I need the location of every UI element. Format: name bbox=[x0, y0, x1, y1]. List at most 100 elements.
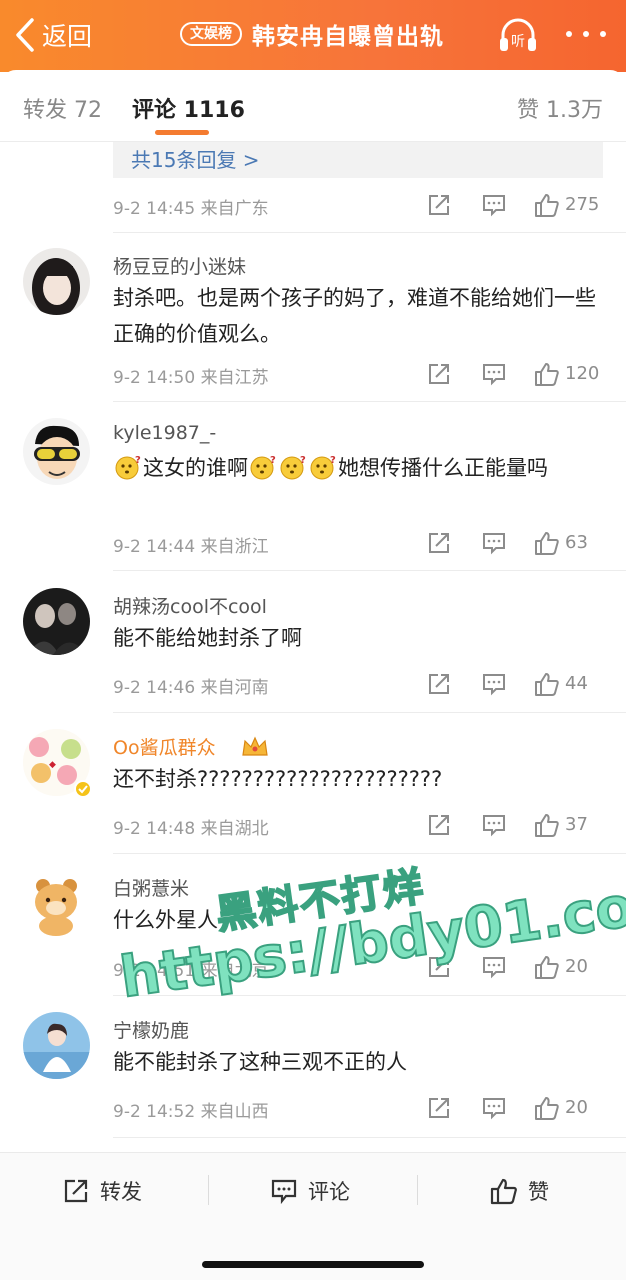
reply-button[interactable] bbox=[481, 192, 507, 218]
comment-text: 封杀吧。也是两个孩子的妈了，难道不能给她们一些正确的价值观么。 bbox=[113, 286, 596, 346]
share-button[interactable] bbox=[426, 192, 452, 218]
top-navigation-bar: 返回 文娱榜 韩安冉自曝曾出轨 听 bbox=[0, 0, 626, 72]
svg-text:?: ? bbox=[330, 455, 336, 466]
comment-icon bbox=[483, 533, 505, 555]
back-label: 返回 bbox=[42, 22, 93, 51]
comment-meta: 9-2 14:46 来自河南 bbox=[113, 678, 269, 698]
reply-button[interactable] bbox=[481, 530, 507, 556]
like-count: 20 bbox=[565, 1097, 588, 1118]
like-button[interactable] bbox=[534, 192, 560, 218]
home-indicator bbox=[202, 1261, 424, 1268]
headphones-icon: 听 bbox=[500, 18, 536, 51]
thumbs-up-icon bbox=[535, 532, 559, 555]
hot-topic-title[interactable]: 文娱榜 韩安冉自曝曾出轨 bbox=[180, 18, 444, 50]
share-button[interactable] bbox=[426, 1095, 452, 1121]
comment-meta-row: 9-2 14:52 来自山西 20 bbox=[113, 1095, 608, 1125]
comment-icon bbox=[483, 364, 505, 386]
like-button[interactable] bbox=[534, 671, 560, 697]
reply-button[interactable] bbox=[481, 1095, 507, 1121]
reply-button[interactable] bbox=[481, 361, 507, 387]
comment-meta-row: 9-2 14:45 来自广东 275 bbox=[113, 192, 608, 222]
comment-icon bbox=[483, 1098, 505, 1120]
avatar[interactable] bbox=[23, 588, 90, 655]
divider bbox=[113, 1137, 626, 1138]
share-icon bbox=[429, 815, 449, 835]
like-button[interactable]: 赞 bbox=[490, 1173, 549, 1209]
thumbs-up-icon bbox=[535, 194, 559, 217]
detail-tabs: 转发 72 评论 1116 赞 1.3万 bbox=[0, 70, 626, 142]
username[interactable]: 杨豆豆的小迷妹 bbox=[113, 252, 246, 279]
replies-summary-box: 共15条回复 > bbox=[113, 142, 603, 178]
like-count: 120 bbox=[565, 363, 600, 384]
tab-repost[interactable]: 转发 72 bbox=[23, 92, 102, 124]
comment-meta: 9-2 14:48 来自湖北 bbox=[113, 819, 269, 839]
avatar-image bbox=[23, 588, 90, 655]
comment-icon bbox=[483, 674, 505, 696]
username[interactable]: kyle1987_- bbox=[113, 422, 216, 444]
thinking-emoji-icon: ? bbox=[280, 454, 306, 480]
username[interactable]: 宁檬奶鹿 bbox=[113, 1016, 189, 1043]
chevron-left-icon bbox=[16, 18, 34, 52]
avatar-image bbox=[23, 1012, 90, 1079]
comment-meta-row: 9-2 14:44 来自浙江 63 bbox=[113, 530, 608, 560]
like-button[interactable] bbox=[534, 954, 560, 980]
reply-button[interactable] bbox=[481, 671, 507, 697]
like-button[interactable] bbox=[534, 1095, 560, 1121]
share-button[interactable] bbox=[426, 361, 452, 387]
divider bbox=[417, 1175, 418, 1205]
comment-text-part: 这女的谁啊 bbox=[143, 456, 248, 480]
comment-icon bbox=[483, 195, 505, 217]
topic-title: 韩安冉自曝曾出轨 bbox=[252, 24, 444, 50]
avatar[interactable] bbox=[23, 1012, 90, 1079]
comment-text: 还不封杀?????????????????????? bbox=[113, 767, 443, 791]
svg-text:?: ? bbox=[135, 455, 141, 466]
dot-icon bbox=[566, 31, 572, 37]
avatar[interactable] bbox=[23, 418, 90, 485]
avatar[interactable] bbox=[23, 870, 90, 937]
username[interactable]: 白粥薏米 bbox=[113, 874, 189, 901]
divider bbox=[113, 853, 626, 854]
share-icon bbox=[429, 364, 449, 384]
comment-meta-row: 9-2 14:50 来自江苏 120 bbox=[113, 361, 608, 391]
bottom-action-bar: 转发 评论 赞 bbox=[0, 1152, 626, 1280]
share-icon bbox=[429, 195, 449, 215]
avatar[interactable] bbox=[23, 248, 90, 315]
more-options-button[interactable] bbox=[566, 22, 606, 46]
like-button[interactable] bbox=[534, 361, 560, 387]
comment-icon bbox=[483, 815, 505, 837]
comment-meta-row: 9-2 14:48 来自湖北 37 bbox=[113, 812, 608, 842]
like-count: 20 bbox=[565, 956, 588, 977]
comment-text: ? 这女的谁啊??? 她想传播什么正能量吗 bbox=[113, 450, 608, 486]
share-button[interactable] bbox=[426, 671, 452, 697]
listen-button[interactable]: 听 bbox=[498, 16, 538, 54]
thinking-emoji-icon: ? bbox=[250, 454, 276, 480]
tab-comments[interactable]: 评论 1116 bbox=[132, 92, 245, 124]
username[interactable]: Oo酱瓜群众 bbox=[113, 733, 216, 760]
crown-badge-icon bbox=[240, 735, 270, 759]
like-button[interactable] bbox=[534, 812, 560, 838]
like-label: 赞 bbox=[528, 1180, 549, 1204]
comment-meta-row: 9-2 14:46 来自河南 44 bbox=[113, 671, 608, 701]
repost-button[interactable]: 转发 bbox=[62, 1173, 142, 1209]
username[interactable]: 胡辣汤cool不cool bbox=[113, 592, 267, 619]
tab-likes[interactable]: 赞 1.3万 bbox=[517, 92, 603, 124]
divider bbox=[113, 232, 626, 233]
svg-text:?: ? bbox=[300, 455, 306, 466]
like-count: 37 bbox=[565, 814, 588, 835]
share-button[interactable] bbox=[426, 530, 452, 556]
avatar[interactable]: ◆ bbox=[23, 729, 92, 798]
avatar-image bbox=[23, 248, 90, 315]
like-button[interactable] bbox=[534, 530, 560, 556]
back-button[interactable]: 返回 bbox=[14, 14, 92, 56]
share-button[interactable] bbox=[426, 812, 452, 838]
active-tab-indicator bbox=[155, 130, 209, 135]
view-replies-link[interactable]: 共15条回复 > bbox=[131, 144, 260, 173]
like-count: 44 bbox=[565, 673, 588, 694]
svg-text:?: ? bbox=[270, 455, 276, 466]
comment-meta: 9-2 14:52 来自山西 bbox=[113, 1102, 269, 1122]
comment-button[interactable]: 评论 bbox=[270, 1173, 350, 1209]
reply-button[interactable] bbox=[481, 812, 507, 838]
thumbs-up-icon bbox=[535, 363, 559, 386]
share-icon bbox=[64, 1179, 88, 1203]
like-count: 63 bbox=[565, 532, 588, 553]
